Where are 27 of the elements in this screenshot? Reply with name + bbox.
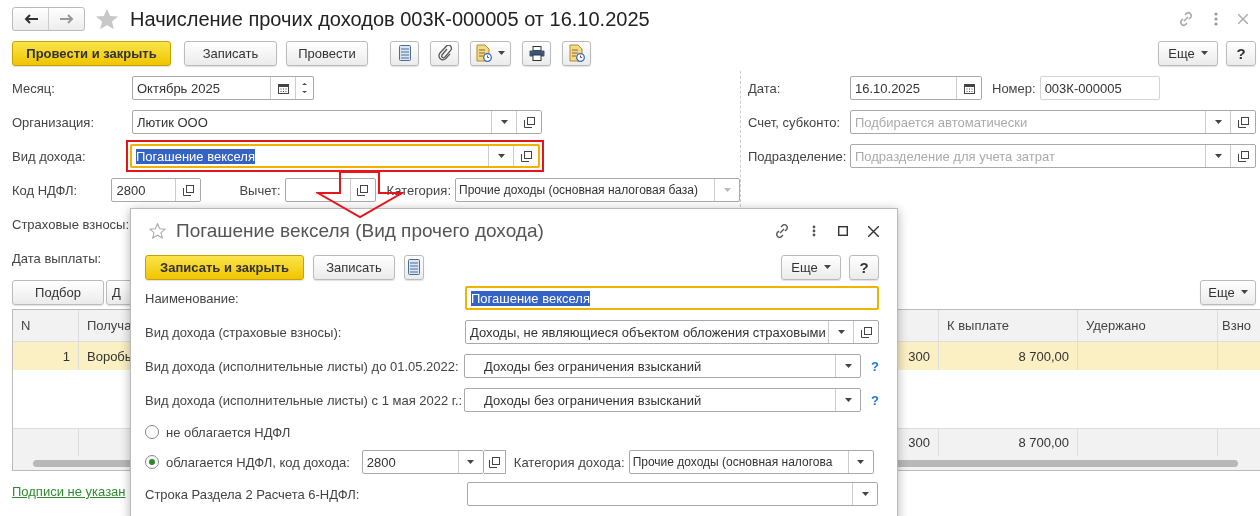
field-label: Страховые взносы: [12, 216, 131, 232]
field-label: Наименование: [145, 290, 240, 306]
column-header: Взно [1218, 310, 1260, 341]
column-header: Удержано [1078, 310, 1218, 341]
field-label: Код НДФЛ: [12, 182, 79, 198]
field-label: Счет, субконто: [748, 114, 842, 130]
table-cell: 8 700,00 [939, 342, 1078, 370]
field-label: Вид дохода (страховые взносы): [145, 324, 343, 340]
table-cell: 1 [13, 342, 79, 370]
field-label: Подразделение: [748, 148, 848, 164]
field-label: Категория: [386, 182, 451, 198]
field-label: Дата выплаты: [12, 250, 103, 266]
field-label: Категория дохода: [513, 454, 625, 470]
field-label: Вид дохода: [12, 148, 87, 164]
field-label: Вид дохода (исполнительные листы) с 1 мая 2022 г.: [145, 392, 464, 408]
radio-label: облагается НДФЛ, код дохода: [166, 454, 350, 470]
column-header: К выплате [939, 310, 1078, 341]
field-label: Номер: [992, 80, 1036, 96]
dialog-title: Погашение векселя (Вид прочего дохода) [176, 220, 544, 242]
field-label: Вычет: [239, 182, 281, 198]
field-label: Строка Раздела 2 Расчета 6-НДФЛ: [145, 486, 361, 502]
field-label: Организация: [12, 114, 96, 130]
window-title: Начисление прочих доходов 003К-000005 от 16.10.2025 [130, 7, 650, 31]
column-header: N [13, 310, 79, 341]
field-label: Дата: [748, 80, 782, 96]
field-label: Месяц: [12, 80, 56, 96]
radio-label: не облагается НДФЛ [166, 424, 291, 440]
